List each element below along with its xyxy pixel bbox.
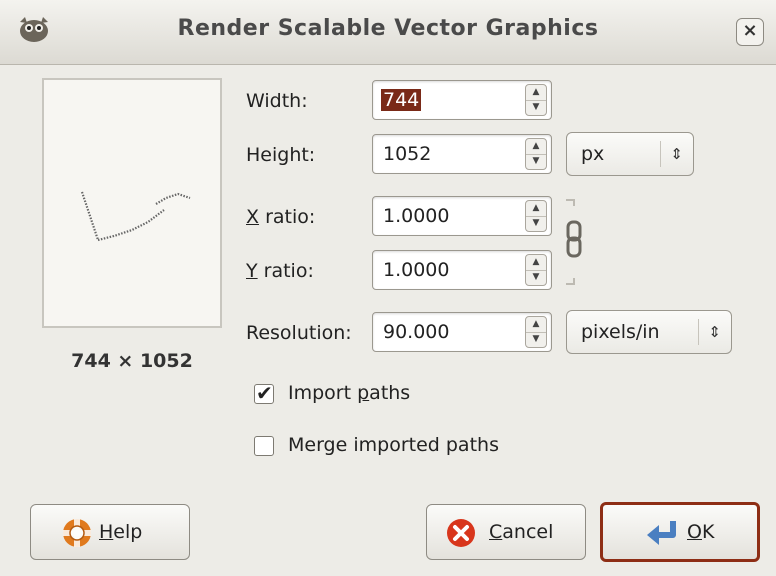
checkmark-icon: ✔ (256, 381, 273, 405)
enter-arrow-icon (647, 521, 676, 545)
x-ratio-spinbutton[interactable]: 1.0000 ▲ ▼ (372, 196, 552, 236)
width-label: Width: (246, 90, 308, 112)
height-spin-arrows[interactable]: ▲ ▼ (525, 138, 547, 170)
spin-down-icon[interactable]: ▼ (526, 100, 546, 115)
cancel-button[interactable]: Cancel (426, 504, 586, 560)
resolution-spinbutton[interactable]: 90.000 ▲ ▼ (372, 312, 552, 352)
preview-drawing (80, 191, 191, 242)
resolution-unit-combo[interactable]: pixels/in ⇕ (566, 310, 732, 354)
preview-size-label: 744 × 1052 (71, 350, 193, 372)
x-ratio-value[interactable]: 1.0000 (383, 205, 449, 227)
cancel-label-text: ancel (502, 521, 554, 543)
close-button[interactable]: × (736, 18, 764, 46)
svg-import-dialog: Render Scalable Vector Graphics × 744 × … (0, 0, 776, 576)
resolution-label: Resolution: (246, 322, 352, 344)
combo-arrow-icon: ⇕ (698, 319, 721, 345)
chain-link-icon[interactable] (562, 196, 584, 288)
width-spin-arrows[interactable]: ▲ ▼ (525, 84, 547, 116)
size-unit-value: px (581, 143, 605, 165)
help-label: Help (99, 521, 142, 543)
x-ratio-spin-arrows[interactable]: ▲ ▼ (525, 200, 547, 232)
title-bar[interactable]: Render Scalable Vector Graphics × (0, 0, 776, 65)
help-button[interactable]: Help (30, 504, 190, 560)
width-spinbutton[interactable]: 744 ▲ ▼ (372, 80, 552, 120)
spin-down-icon[interactable]: ▼ (526, 216, 546, 231)
dialog-title: Render Scalable Vector Graphics (177, 16, 599, 41)
x-ratio-label: X ratio: (246, 206, 315, 228)
resolution-spin-arrows[interactable]: ▲ ▼ (525, 316, 547, 348)
ok-button[interactable]: OK (600, 502, 760, 562)
size-unit-combo[interactable]: px ⇕ (566, 132, 694, 176)
x-ratio-mnemonic: X (246, 206, 260, 228)
y-ratio-label-text: ratio: (257, 260, 314, 282)
x-ratio-label-text: ratio: (259, 206, 316, 228)
y-ratio-spin-arrows[interactable]: ▲ ▼ (525, 254, 547, 286)
spin-up-icon[interactable]: ▲ (526, 201, 546, 217)
spin-down-icon[interactable]: ▼ (526, 332, 546, 347)
spin-up-icon[interactable]: ▲ (526, 317, 546, 333)
width-value[interactable]: 744 (381, 89, 422, 111)
height-value[interactable]: 1052 (383, 143, 431, 165)
y-ratio-label: Y ratio: (246, 260, 314, 282)
merge-paths-checkbox[interactable] (254, 436, 274, 456)
resolution-unit-value: pixels/in (581, 321, 660, 343)
import-paths-label[interactable]: Import paths (288, 382, 410, 404)
help-mnemonic: H (99, 521, 114, 543)
lifebuoy-icon (63, 519, 91, 547)
spin-up-icon[interactable]: ▲ (526, 85, 546, 101)
spin-down-icon[interactable]: ▼ (526, 154, 546, 169)
close-icon: × (742, 20, 758, 41)
combo-arrow-icon: ⇕ (660, 141, 683, 167)
spin-down-icon[interactable]: ▼ (526, 270, 546, 285)
height-label: Height: (246, 144, 316, 166)
spin-up-icon[interactable]: ▲ (526, 139, 546, 155)
merge-paths-label[interactable]: Merge imported paths (288, 434, 499, 456)
resolution-value[interactable]: 90.000 (383, 321, 449, 343)
import-paths-label-pre: Import (288, 382, 358, 404)
ok-label: OK (687, 521, 714, 543)
y-ratio-mnemonic: Y (246, 260, 258, 282)
spin-up-icon[interactable]: ▲ (526, 255, 546, 271)
y-ratio-value[interactable]: 1.0000 (383, 259, 449, 281)
import-paths-label-rest: aths (369, 382, 411, 404)
y-ratio-spinbutton[interactable]: 1.0000 ▲ ▼ (372, 250, 552, 290)
cancel-icon (447, 519, 475, 547)
svg-preview (42, 78, 222, 328)
import-paths-checkbox[interactable]: ✔ (254, 381, 274, 405)
import-paths-mnemonic: p (357, 382, 370, 404)
ok-mnemonic: O (687, 521, 702, 543)
cancel-label: Cancel (489, 521, 553, 543)
help-label-text: elp (113, 521, 143, 543)
ok-label-text: K (701, 521, 715, 543)
cancel-mnemonic: C (489, 521, 503, 543)
height-spinbutton[interactable]: 1052 ▲ ▼ (372, 134, 552, 174)
